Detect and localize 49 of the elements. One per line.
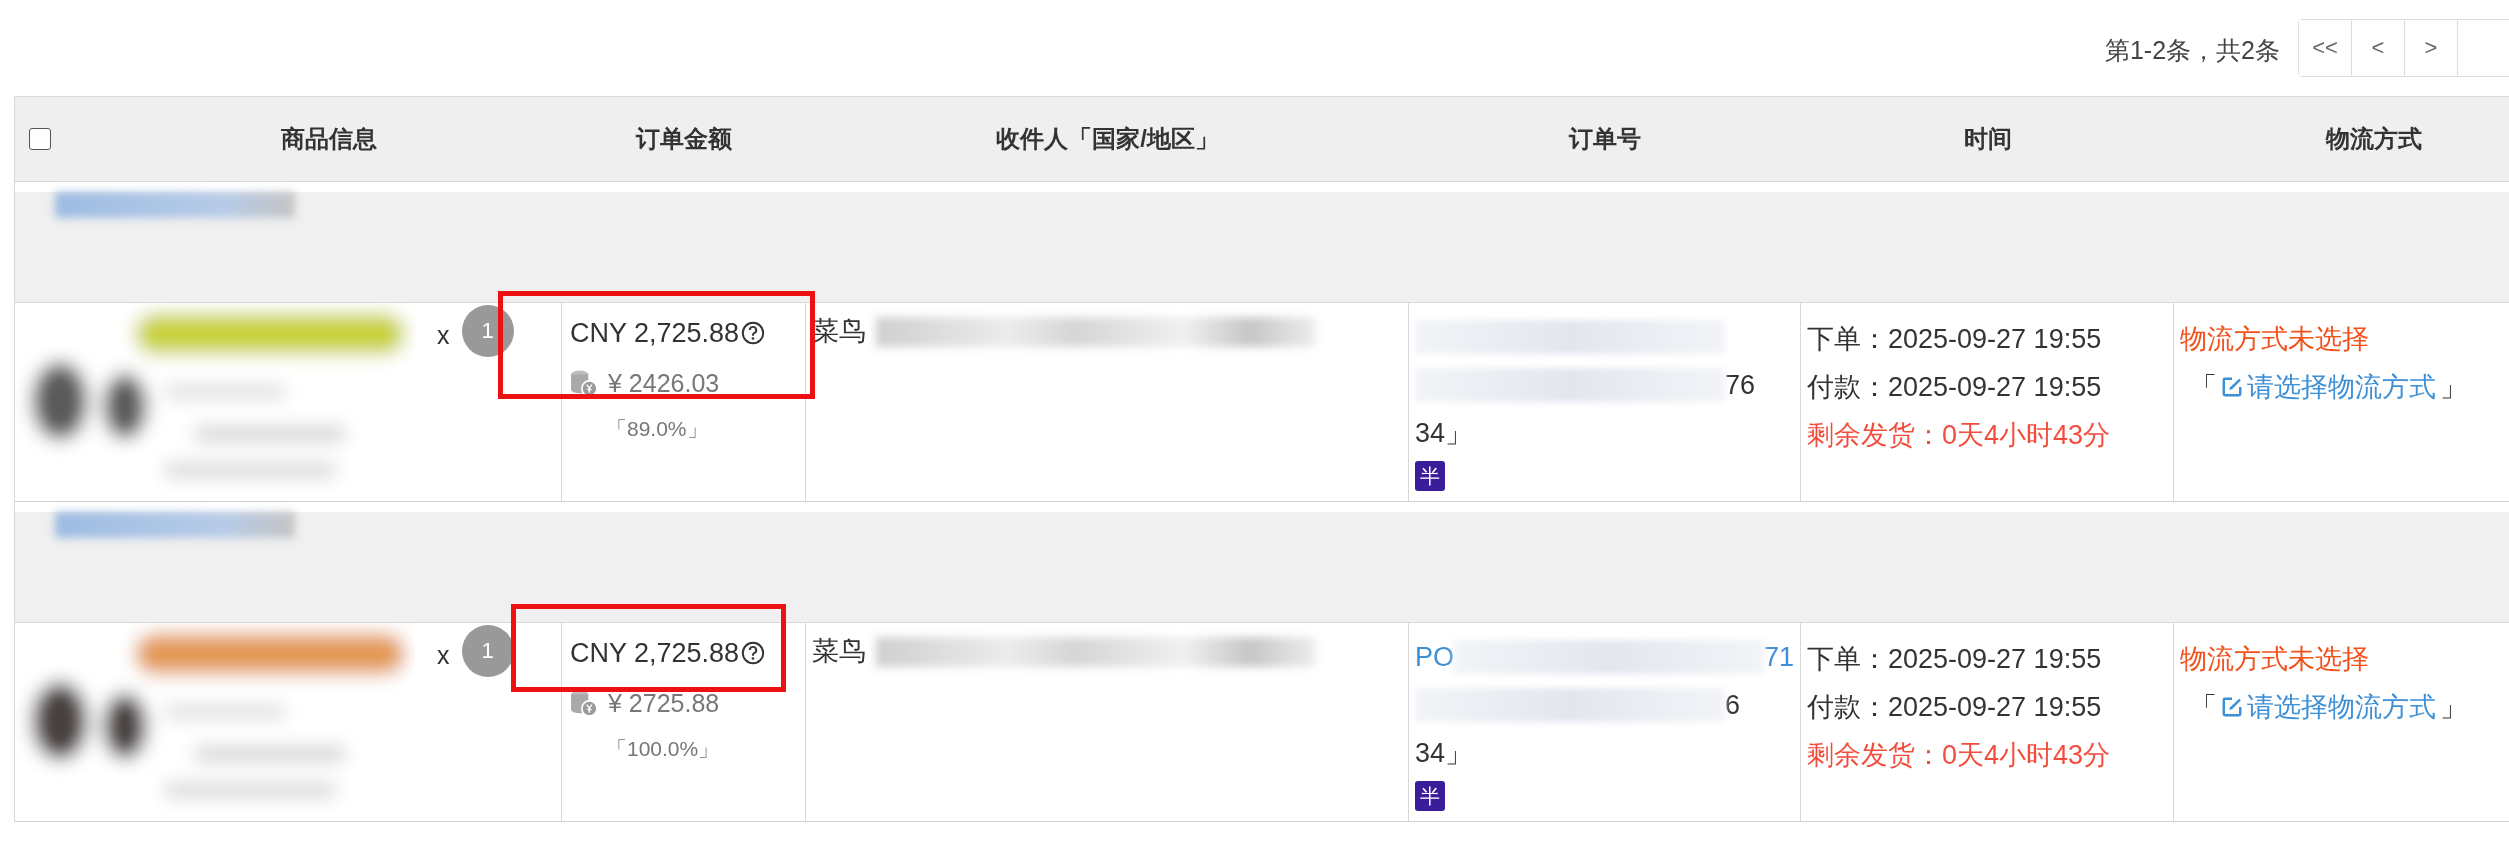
order-time: 下单：2025-09-27 19:55 <box>1807 643 2103 676</box>
bracket-text: 」 <box>2440 691 2467 724</box>
quantity-badge: 1 <box>461 305 514 357</box>
select-shipping-link[interactable]: 请选择物流方式 <box>2247 363 2436 411</box>
edit-icon[interactable] <box>2221 696 2243 718</box>
shipping-status: 物流方式未选择 <box>2180 643 2370 676</box>
column-header: 物流方式 <box>2326 124 2422 154</box>
paid-amount: ¥ 2725.88 <box>608 688 720 718</box>
order-number-link[interactable]: 71 <box>1764 641 1795 673</box>
column-header: 收件人「国家/地区」 <box>996 124 1219 154</box>
column-header: 时间 <box>1963 124 2012 154</box>
coins-icon <box>570 689 598 717</box>
page-button[interactable]: << <box>2299 20 2352 76</box>
paid-amount: ¥ 2426.03 <box>608 368 720 398</box>
column-header: 订单号 <box>1569 124 1641 154</box>
order-amount: CNY 2,725.88 <box>570 317 740 349</box>
order-time: 下单：2025-09-27 19:55 <box>1807 323 2103 356</box>
order-amount: CNY 2,725.88 <box>570 637 740 669</box>
payment-time: 付款：2025-09-27 19:55 <box>1807 691 2103 724</box>
tag-badge: 半 <box>1415 781 1445 811</box>
column-header: 订单金额 <box>635 124 732 154</box>
help-icon[interactable] <box>741 321 766 345</box>
order-number-text: 34」 <box>1415 417 1473 450</box>
shipping-status: 物流方式未选择 <box>2180 323 2370 356</box>
coins-icon <box>570 369 598 397</box>
recipient-name: 菜鸟 <box>812 635 866 668</box>
order-number-text: 34」 <box>1415 737 1473 770</box>
order-number-text: 6 <box>1725 689 1741 721</box>
recipient-name: 菜鸟 <box>812 315 866 348</box>
paid-ratio: 「89.0%」 <box>606 416 709 442</box>
quantity-badge: 1 <box>461 625 514 677</box>
remaining-time: 剩余发货：0天4小时43分 <box>1807 419 2112 452</box>
payment-time: 付款：2025-09-27 19:55 <box>1807 371 2103 404</box>
column-header: 商品信息 <box>281 124 377 154</box>
pagination-summary: 第1-2条，共2条 <box>2104 34 2280 66</box>
edit-icon[interactable] <box>2221 376 2243 398</box>
select-shipping-link[interactable]: 请选择物流方式 <box>2247 683 2436 731</box>
bracket-text: 」 <box>2440 371 2467 404</box>
tag-badge: 半 <box>1415 461 1445 491</box>
bracket-text: 「 <box>2190 371 2217 404</box>
order-number-link[interactable]: PO <box>1415 641 1454 673</box>
remaining-time: 剩余发货：0天4小时43分 <box>1807 739 2112 772</box>
paid-ratio: 「100.0%」 <box>606 736 721 762</box>
help-icon[interactable] <box>741 641 766 665</box>
select-all-checkbox[interactable] <box>29 128 51 150</box>
order-number-text: 76 <box>1725 369 1756 401</box>
bracket-text: 「 <box>2190 691 2217 724</box>
quantity-label: x <box>437 321 450 350</box>
quantity-label: x <box>437 641 450 670</box>
